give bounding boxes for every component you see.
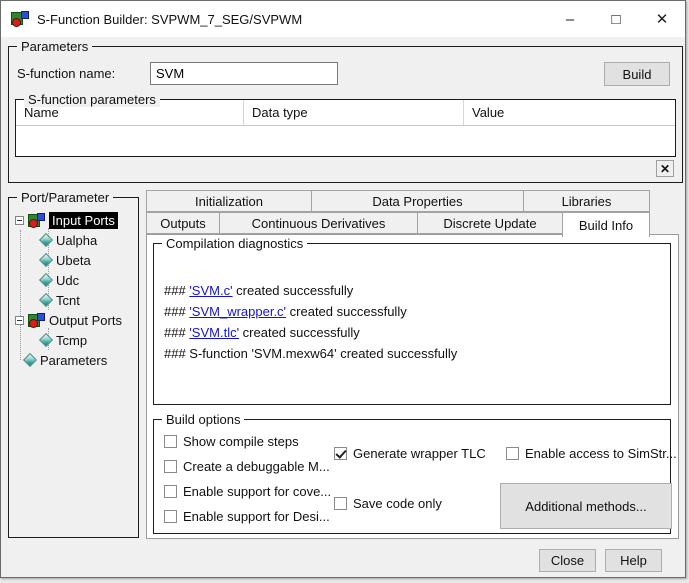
checkbox-show-compile-steps[interactable]: Show compile steps [164, 434, 299, 449]
checkbox-enable-simstruct[interactable]: Enable access to SimStr... [506, 446, 677, 461]
sfunction-builder-icon [11, 11, 29, 27]
checkbox-icon[interactable] [164, 460, 177, 473]
title-bar: S-Function Builder: SVPWM_7_SEG/SVPWM – … [1, 1, 685, 37]
tree-item-udc[interactable]: Udc [13, 270, 136, 290]
port-diamond-icon [38, 272, 54, 288]
parameters-diamond-icon [22, 352, 38, 368]
port-diamond-icon [38, 332, 54, 348]
svm-tlc-link[interactable]: 'SVM.tlc' [189, 325, 239, 340]
compilation-diagnostics-label: Compilation diagnostics [162, 236, 308, 251]
checkbox-icon[interactable] [164, 485, 177, 498]
sfunction-parameters-group: S-function parameters Name Data type Val… [15, 92, 676, 157]
build-options-group: Build options Show compile steps Create … [153, 412, 677, 534]
tab-continuous-derivatives[interactable]: Continuous Derivatives [219, 212, 418, 234]
checkbox-checked-icon[interactable] [334, 447, 347, 460]
port-parameter-group-label: Port/Parameter [17, 190, 114, 205]
close-window-button[interactable]: ✕ [639, 1, 685, 37]
close-button[interactable]: Close [539, 549, 596, 572]
port-parameter-group: Port/Parameter Input Ports Ualpha Ubeta … [8, 190, 139, 538]
sfunction-parameters-group-label: S-function parameters [24, 92, 160, 107]
column-header-value[interactable]: Value [464, 100, 675, 125]
tree-item-tcmp[interactable]: Tcmp [13, 330, 136, 350]
tab-data-properties[interactable]: Data Properties [311, 190, 524, 212]
tab-outputs[interactable]: Outputs [146, 212, 220, 234]
collapse-icon[interactable] [15, 215, 24, 225]
tab-libraries[interactable]: Libraries [523, 190, 650, 212]
port-diamond-icon [38, 232, 54, 248]
tab-initialization[interactable]: Initialization [146, 190, 312, 212]
svm-wrapper-c-link[interactable]: 'SVM_wrapper.c' [189, 304, 286, 319]
build-info-pane: Compilation diagnostics ### 'SVM.c' crea… [146, 234, 679, 539]
checkbox-generate-wrapper-tlc[interactable]: Generate wrapper TLC [334, 446, 486, 461]
minimize-button[interactable]: – [547, 1, 593, 37]
delete-parameter-button[interactable]: ✕ [656, 160, 674, 177]
checkbox-icon[interactable] [164, 510, 177, 523]
checkbox-enable-coverage[interactable]: Enable support for cove... [164, 484, 331, 499]
parameters-group-label: Parameters [17, 39, 93, 54]
tree-item-input-ports[interactable]: Input Ports [13, 210, 136, 230]
help-button[interactable]: Help [605, 549, 662, 572]
compilation-diagnostics-group: Compilation diagnostics ### 'SVM.c' crea… [153, 236, 671, 405]
parameter-table-body[interactable] [16, 126, 675, 155]
collapse-icon[interactable] [15, 315, 24, 325]
tab-build-info[interactable]: Build Info [562, 212, 650, 237]
build-options-label: Build options [162, 412, 245, 427]
tab-discrete-update[interactable]: Discrete Update [417, 212, 563, 234]
tree-item-parameters[interactable]: Parameters [13, 350, 136, 370]
checkbox-save-code-only[interactable]: Save code only [334, 496, 442, 511]
diagnostic-line: ### 'SVM.c' created successfully [164, 283, 354, 298]
sfunction-name-label: S-function name: [17, 66, 116, 81]
tree-item-ubeta[interactable]: Ubeta [13, 250, 136, 270]
port-parameter-tree: Input Ports Ualpha Ubeta Udc Tcnt Output… [13, 210, 136, 370]
diagnostic-line: ### 'SVM_wrapper.c' created successfully [164, 304, 407, 319]
tab-row-1: Initialization Data Properties Libraries [146, 190, 650, 212]
diagnostic-line: ### S-function 'SVM.mexw64' created succ… [164, 346, 458, 361]
checkbox-icon[interactable] [506, 447, 519, 460]
tab-row-2: Outputs Continuous Derivatives Discrete … [146, 212, 650, 237]
checkbox-enable-design[interactable]: Enable support for Desi... [164, 509, 330, 524]
port-diamond-icon [38, 252, 54, 268]
checkbox-create-debuggable[interactable]: Create a debuggable M... [164, 459, 330, 474]
sfunction-name-input[interactable] [150, 62, 338, 85]
tree-item-tcnt[interactable]: Tcnt [13, 290, 136, 310]
input-ports-icon [28, 212, 45, 228]
sfunction-builder-window: S-Function Builder: SVPWM_7_SEG/SVPWM – … [0, 0, 686, 578]
checkbox-icon[interactable] [334, 497, 347, 510]
window-title: S-Function Builder: SVPWM_7_SEG/SVPWM [37, 11, 303, 27]
build-button[interactable]: Build [604, 62, 670, 86]
tree-item-output-ports[interactable]: Output Ports [13, 310, 136, 330]
additional-methods-button[interactable]: Additional methods... [500, 483, 672, 529]
maximize-button[interactable]: □ [593, 1, 639, 37]
tree-item-ualpha[interactable]: Ualpha [13, 230, 136, 250]
output-ports-icon [28, 312, 45, 328]
diagnostic-line: ### 'SVM.tlc' created successfully [164, 325, 360, 340]
svm-c-link[interactable]: 'SVM.c' [189, 283, 232, 298]
port-diamond-icon [38, 292, 54, 308]
checkbox-icon[interactable] [164, 435, 177, 448]
column-header-datatype[interactable]: Data type [244, 100, 464, 125]
parameters-group: Parameters S-function name: Build S-func… [8, 39, 683, 183]
diagnostics-output: ### 'SVM.c' created successfully ### 'SV… [154, 244, 670, 364]
